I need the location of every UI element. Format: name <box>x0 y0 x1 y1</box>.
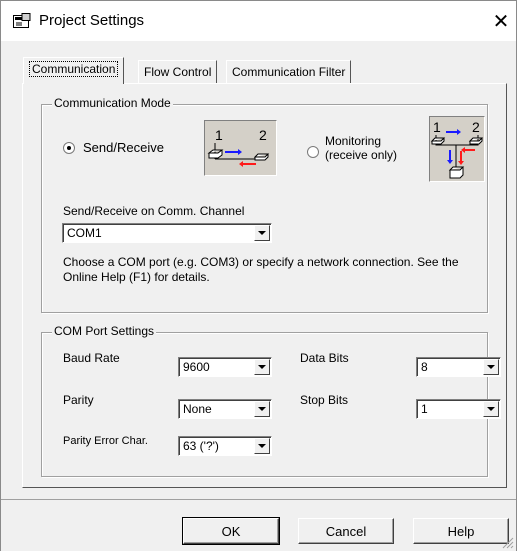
window-title: Project Settings <box>39 12 145 29</box>
project-settings-icon <box>13 13 31 28</box>
stop-bits-label: Stop Bits <box>300 393 349 407</box>
send-receive-diagram-art: 1 2 <box>207 127 270 167</box>
data-bits-value: 8 <box>421 360 428 374</box>
data-bits-combo[interactable]: 8 <box>416 357 501 377</box>
stop-bits-value: 1 <box>421 402 428 416</box>
project-settings-dialog: Project Settings ✕ Communication Flow Co… <box>0 0 517 551</box>
data-bits-label: Data Bits <box>300 351 349 365</box>
channel-label: Send/Receive on Comm. Channel <box>63 204 245 218</box>
tab-flow-control[interactable]: Flow Control <box>138 60 218 84</box>
communication-mode-title: Communication Mode <box>52 96 173 110</box>
chevron-down-icon[interactable] <box>254 359 270 375</box>
baud-rate-label: Baud Rate <box>63 351 120 365</box>
tab-communication-label: Communication <box>29 61 119 77</box>
diagram2-label-1: 1 <box>433 119 441 135</box>
chevron-down-icon[interactable] <box>483 359 499 375</box>
channel-combo-value: COM1 <box>67 226 102 240</box>
send-receive-diagram: 1 2 <box>204 120 277 176</box>
close-icon: ✕ <box>492 9 510 33</box>
send-receive-radio[interactable] <box>63 142 75 154</box>
close-button[interactable]: ✕ <box>487 7 515 35</box>
cancel-button[interactable]: Cancel <box>298 518 394 544</box>
communication-tab-panel: Communication Mode Send/Receive 1 2 Moni… <box>22 83 507 488</box>
chevron-down-icon[interactable] <box>254 225 270 241</box>
monitoring-diagram-art: 1 2 <box>430 119 484 179</box>
parity-label: Parity <box>63 393 94 407</box>
monitoring-label-line2: (receive only) <box>325 148 398 162</box>
com-port-settings-group: COM Port Settings Baud Rate 9600 Data Bi… <box>41 324 501 477</box>
baud-rate-value: 9600 <box>183 360 210 374</box>
diagram1-label-2: 2 <box>259 127 267 143</box>
chevron-down-icon[interactable] <box>254 401 270 417</box>
title-bar: Project Settings ✕ <box>1 1 516 41</box>
parity-error-value: 63 ('?') <box>183 439 219 453</box>
tab-communication[interactable]: Communication <box>23 57 125 84</box>
channel-help-text: Choose a COM port (e.g. COM3) or specify… <box>63 255 459 284</box>
help-button[interactable]: Help <box>413 518 509 544</box>
parity-value: None <box>183 402 212 416</box>
chevron-down-icon[interactable] <box>483 401 499 417</box>
monitoring-radio[interactable] <box>307 146 319 158</box>
monitoring-label-line1: Monitoring <box>325 134 382 148</box>
parity-combo[interactable]: None <box>178 399 272 419</box>
chevron-down-icon[interactable] <box>254 438 270 454</box>
parity-error-combo[interactable]: 63 ('?') <box>178 436 272 456</box>
diagram2-label-2: 2 <box>472 119 480 135</box>
resize-grip-icon[interactable] <box>502 537 514 549</box>
com-port-settings-title: COM Port Settings <box>52 324 157 338</box>
dialog-client: Communication Flow Control Communication… <box>1 41 516 551</box>
tab-communication-filter[interactable]: Communication Filter <box>226 60 352 84</box>
ok-button[interactable]: OK <box>182 517 280 545</box>
monitoring-label[interactable]: Monitoring (receive only) <box>325 134 397 162</box>
diagram1-label-1: 1 <box>215 127 223 143</box>
parity-error-label: Parity Error Char. <box>63 435 148 447</box>
stop-bits-combo[interactable]: 1 <box>416 399 501 419</box>
baud-rate-combo[interactable]: 9600 <box>178 357 272 377</box>
monitoring-diagram: 1 2 <box>429 116 485 182</box>
communication-mode-group: Communication Mode Send/Receive 1 2 Moni… <box>41 96 488 313</box>
tab-flow-control-label: Flow Control <box>144 65 212 79</box>
send-receive-label[interactable]: Send/Receive <box>83 140 164 155</box>
dialog-button-bar: OK Cancel Help <box>1 499 516 551</box>
tab-communication-filter-label: Communication Filter <box>232 65 346 79</box>
channel-combo[interactable]: COM1 <box>62 223 272 243</box>
